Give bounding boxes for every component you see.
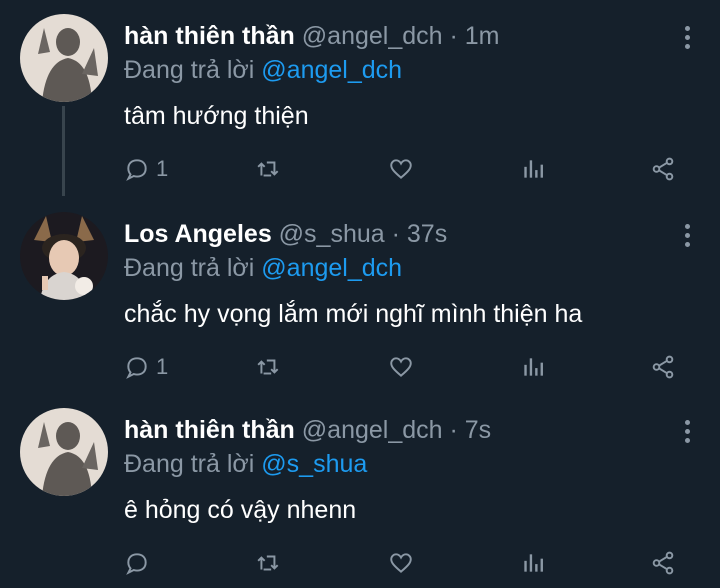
- share-button[interactable]: [650, 154, 676, 184]
- tweet-header: Los Angeles @s_shua · 37s: [124, 220, 447, 249]
- tweet-1[interactable]: hàn thiên thần @angel_dch · 1m Đang trả …: [0, 14, 720, 196]
- share-icon: [652, 551, 674, 575]
- retweet-button[interactable]: [256, 352, 282, 382]
- analytics-button[interactable]: [520, 548, 546, 578]
- display-name[interactable]: Los Angeles: [124, 220, 272, 248]
- separator-dot: ·: [449, 22, 458, 50]
- replying-to-handle[interactable]: @angel_dch: [261, 254, 402, 282]
- retweet-button[interactable]: [256, 548, 282, 578]
- like-icon: [390, 159, 412, 179]
- reply-button[interactable]: 1: [124, 154, 168, 184]
- tweet-text: ê hỏng có vậy nhenn: [124, 496, 357, 524]
- timestamp[interactable]: 37s: [407, 220, 447, 248]
- more-icon[interactable]: [684, 224, 692, 251]
- analytics-icon: [524, 358, 543, 376]
- share-icon: [652, 355, 674, 379]
- retweet-button[interactable]: [256, 154, 282, 184]
- avatar[interactable]: [20, 408, 108, 496]
- tweet-2[interactable]: Los Angeles @s_shua · 37s Đang trả lời @…: [0, 212, 720, 392]
- share-icon: [652, 157, 674, 181]
- share-button[interactable]: [650, 352, 676, 382]
- replying-to: Đang trả lời @s_shua: [124, 450, 367, 479]
- like-icon: [390, 357, 412, 377]
- analytics-button[interactable]: [520, 154, 546, 184]
- replying-to: Đang trả lời @angel_dch: [124, 56, 402, 85]
- thread-line: [62, 106, 65, 196]
- like-button[interactable]: [388, 548, 414, 578]
- user-handle[interactable]: @s_shua: [279, 220, 385, 248]
- replying-to: Đang trả lời @angel_dch: [124, 254, 402, 283]
- reply-icon: [126, 159, 147, 181]
- reply-button[interactable]: [124, 548, 156, 578]
- tweet-3[interactable]: hàn thiên thần @angel_dch · 7s Đang trả …: [0, 408, 720, 588]
- reply-button[interactable]: 1: [124, 352, 168, 382]
- separator-dot: ·: [391, 220, 400, 248]
- like-button[interactable]: [388, 154, 414, 184]
- replying-to-handle[interactable]: @s_shua: [261, 450, 367, 478]
- timestamp[interactable]: 1m: [465, 22, 500, 50]
- user-handle[interactable]: @angel_dch: [302, 416, 443, 444]
- retweet-icon: [257, 555, 279, 571]
- separator-dot: ·: [449, 416, 458, 444]
- display-name[interactable]: hàn thiên thần: [124, 416, 295, 444]
- analytics-icon: [524, 160, 543, 178]
- tweet-text: chắc hy vọng lắm mới nghĩ mình thiện ha: [124, 300, 583, 328]
- retweet-icon: [257, 359, 279, 375]
- timestamp[interactable]: 7s: [465, 416, 491, 444]
- tweet-actions: 1: [124, 154, 684, 184]
- avatar[interactable]: [20, 14, 108, 102]
- analytics-button[interactable]: [520, 352, 546, 382]
- tweet-header: hàn thiên thần @angel_dch · 7s: [124, 416, 491, 445]
- reply-count: 1: [156, 156, 169, 181]
- share-button[interactable]: [650, 548, 676, 578]
- reply-icon: [126, 357, 147, 379]
- more-icon[interactable]: [684, 26, 692, 53]
- replying-to-label: Đang trả lời: [124, 254, 255, 282]
- tweet-actions: [124, 548, 684, 578]
- avatar[interactable]: [20, 212, 108, 300]
- tweet-header: hàn thiên thần @angel_dch · 1m: [124, 22, 500, 51]
- analytics-icon: [524, 554, 543, 572]
- tweet-text: tâm hướng thiện: [124, 102, 309, 130]
- display-name[interactable]: hàn thiên thần: [124, 22, 295, 50]
- replying-to-label: Đang trả lời: [124, 56, 255, 84]
- more-icon[interactable]: [684, 420, 692, 447]
- replying-to-handle[interactable]: @angel_dch: [261, 56, 402, 84]
- like-icon: [390, 553, 412, 573]
- tweet-actions: 1: [124, 352, 684, 382]
- user-handle[interactable]: @angel_dch: [302, 22, 443, 50]
- replying-to-label: Đang trả lời: [124, 450, 255, 478]
- retweet-icon: [257, 161, 279, 177]
- reply-icon: [126, 553, 147, 575]
- reply-count: 1: [156, 354, 169, 379]
- like-button[interactable]: [388, 352, 414, 382]
